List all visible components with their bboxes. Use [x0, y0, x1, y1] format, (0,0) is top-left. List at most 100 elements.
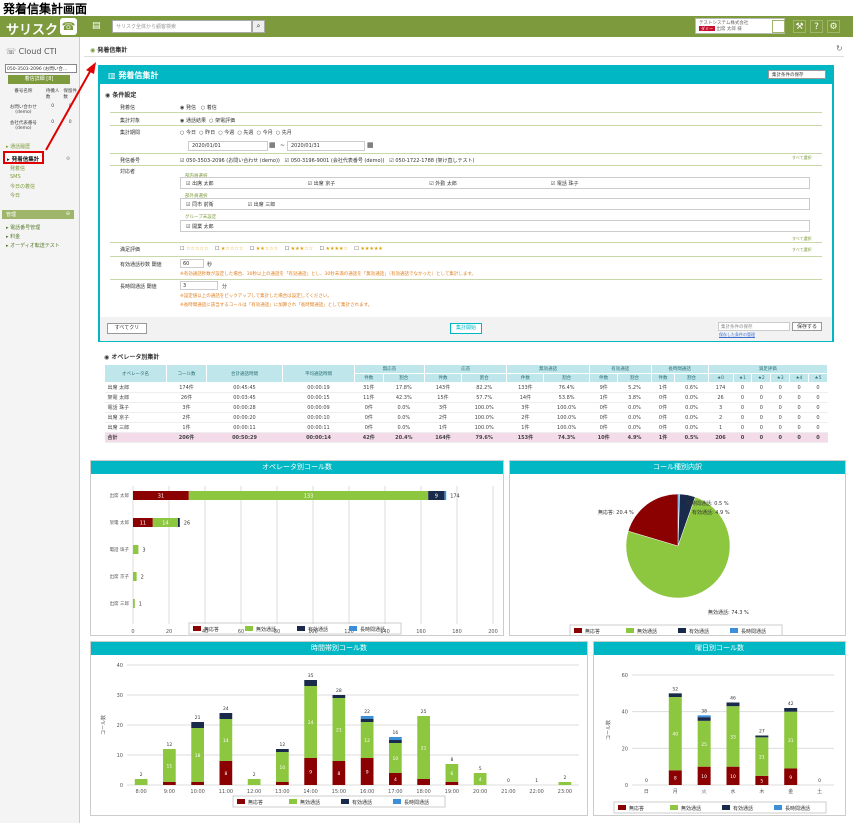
- checkbox-star4[interactable]: ☐ ★★★★☆: [319, 246, 348, 252]
- table-header-row: オペレータ名 コール数 合計通話時間 平均通話時間 無応答 応答 無効通話 有効…: [104, 364, 829, 383]
- date-from-input[interactable]: 2020/01/01: [188, 141, 268, 151]
- x-tick-label: 水: [730, 788, 735, 795]
- table-row: 電話 珠子 3件 00:00:28 00:00:09 0件 0.0% 3件 100.0% 3件 1…: [104, 402, 828, 413]
- phone-icon[interactable]: ☎: [60, 18, 77, 35]
- table-cell: 0件: [651, 412, 675, 423]
- table-cell: 10件: [589, 432, 618, 443]
- valid-seconds-input[interactable]: 60: [180, 259, 204, 268]
- table-cell: 00:00:10: [282, 412, 355, 423]
- logout-icon[interactable]: ⇥: [772, 20, 785, 33]
- checkbox-star5[interactable]: ☐ ★★★★★: [354, 246, 383, 252]
- th: 無効通話: [506, 364, 590, 374]
- checkbox-operator[interactable]: ☑ 出席 太郎: [186, 180, 306, 187]
- sidebar-item-numbers[interactable]: ▸ 電話番号管理: [6, 224, 40, 231]
- bar-value-label: 8: [224, 771, 227, 777]
- checkbox-operator[interactable]: ☑ 出席 三郎: [248, 201, 368, 208]
- checkbox-number[interactable]: ☑ 050-1722-1788 (架け直しテスト): [389, 158, 474, 164]
- search-input[interactable]: サリスク全体から顧客検索: [112, 20, 252, 33]
- select-all-link[interactable]: すべて選択: [792, 247, 812, 253]
- table-cell: 164件: [424, 432, 462, 443]
- table-cell: 3: [708, 402, 733, 413]
- sidebar-item-sms[interactable]: SMS: [10, 174, 21, 180]
- sidebar-item-audio-test[interactable]: ▸ オーディオ転送テスト: [6, 242, 60, 249]
- gear-icon[interactable]: ⚙: [827, 20, 840, 33]
- checkbox-star0[interactable]: ☐ ☆☆☆☆☆: [180, 246, 209, 252]
- table-row: 出席 三郎 1件 00:00:11 00:00:11 0件 0.0% 1件 100.0% 1件 1…: [104, 422, 828, 433]
- legend-swatch: [730, 628, 738, 633]
- radio-today[interactable]: ○ 今日: [180, 130, 196, 136]
- app-logo[interactable]: サリスク: [6, 19, 58, 38]
- radio-incoming[interactable]: ○ 着信: [201, 105, 217, 111]
- legend-label: 長時間通話: [785, 805, 810, 812]
- group-box: ☑ 出席 太郎 ☑ 出席 京子 ☑ 外勤 太郎 ☑ 電話 珠子: [180, 177, 810, 189]
- th: 長時間通話: [650, 364, 709, 374]
- chart-title: コール種別内訳: [510, 461, 845, 474]
- operator-table: オペレータ名 コール数 合計通話時間 平均通話時間 無応答 応答 無効通話 有効…: [104, 364, 829, 443]
- th-sub: ★0: [707, 373, 734, 383]
- menu-icon[interactable]: ▤: [92, 21, 101, 31]
- calendar-icon[interactable]: ▦: [269, 141, 276, 149]
- search-icon[interactable]: ⌕: [252, 20, 265, 33]
- tool-icon[interactable]: ⚒: [793, 20, 806, 33]
- sidebar-item-today-incoming[interactable]: 今日の着信: [10, 183, 35, 190]
- checkbox-operator[interactable]: ☑ 出席 京子: [308, 180, 428, 187]
- save-condition-top-button[interactable]: 集計条件の保存: [768, 70, 826, 79]
- legend-label: 無効通話: [637, 628, 657, 635]
- checkbox-operator[interactable]: ☑ 開業 太郎: [186, 224, 214, 230]
- radio-last-week[interactable]: ○ 先週: [237, 130, 253, 136]
- table-cell: 0.0%: [383, 412, 425, 423]
- bar-total-label: 46: [730, 696, 736, 702]
- radio-this-week[interactable]: ○ 今週: [218, 130, 234, 136]
- radio-call-result[interactable]: ◉ 通話結果: [180, 118, 206, 124]
- refresh-icon[interactable]: ↻: [836, 44, 843, 53]
- table-cell: 0: [751, 402, 771, 413]
- save-button[interactable]: 保存する: [792, 322, 822, 331]
- saved-conditions-link[interactable]: 保存した条件の管理: [719, 332, 755, 338]
- checkbox-number[interactable]: ☑ 050-3196-9001 (会社代表番号 (demo)): [285, 158, 385, 164]
- table-cell: 53.8%: [543, 392, 590, 403]
- table-cell: 0: [808, 432, 828, 443]
- table-cell: 0: [770, 392, 790, 403]
- save-condition-input[interactable]: 集計条件の保存: [718, 322, 790, 331]
- x-tick-label: 金: [788, 788, 793, 795]
- collapse-icon[interactable]: ⊖: [66, 211, 70, 217]
- checkbox-star1[interactable]: ☐ ★☆☆☆☆: [215, 246, 244, 252]
- checkbox-operator[interactable]: ☑ 電話 珠子: [551, 180, 671, 187]
- table-cell: 206件: [166, 432, 207, 443]
- sidebar-item-history[interactable]: ▸ 通話履歴: [6, 143, 30, 150]
- sidebar-gear-icon[interactable]: ⚙: [66, 156, 70, 162]
- date-to-input[interactable]: 2020/01/31: [287, 141, 365, 151]
- radio-yesterday[interactable]: ○ 昨日: [199, 130, 215, 136]
- checkbox-star2[interactable]: ☐ ★★☆☆☆: [250, 246, 279, 252]
- checkbox-star3[interactable]: ☐ ★★★☆☆: [285, 246, 314, 252]
- queue-name[interactable]: 会社代表番号 (demo): [5, 120, 42, 131]
- radio-rating[interactable]: ○ 架電評価: [209, 118, 235, 124]
- checkbox-operator[interactable]: ☑ 外勤 太郎: [429, 180, 549, 187]
- table-cell: 79.6%: [461, 432, 507, 443]
- th-sub: ★1: [732, 373, 753, 383]
- sidebar-item-fee[interactable]: ▸ 料金: [6, 233, 20, 240]
- x-tick-label: 0: [131, 629, 134, 635]
- table-cell: 1件: [651, 432, 675, 443]
- queue-name[interactable]: お問い合わせ (demo): [5, 104, 42, 115]
- sidebar-item-today[interactable]: 今日: [10, 192, 20, 199]
- long-minutes-input[interactable]: 3: [180, 281, 218, 290]
- start-aggregate-button[interactable]: 集計開始: [450, 323, 482, 334]
- direction-options: ◉ 発信 ○ 着信: [180, 104, 217, 111]
- table-cell: 00:00:11: [282, 422, 355, 433]
- calendar-icon[interactable]: ▦: [367, 141, 374, 149]
- bar-value-label: 21: [421, 746, 427, 752]
- checkbox-number[interactable]: ☑ 050-3503-2096 (お問い合わせ (demo)): [180, 158, 280, 164]
- sidebar-item-calls[interactable]: 発着信: [10, 165, 25, 172]
- select-all-link[interactable]: すべて選択: [792, 155, 812, 161]
- sidebar-item-aggregate[interactable]: ▸ 発着信集計: [3, 151, 44, 164]
- radio-this-month[interactable]: ○ 今月: [257, 130, 273, 136]
- sidebar-group-admin[interactable]: 管理 ⊖: [2, 210, 74, 219]
- help-icon[interactable]: ?: [810, 20, 823, 33]
- table-cell: 133件: [506, 382, 544, 393]
- clear-all-button[interactable]: すべてクリ: [107, 323, 147, 334]
- table-cell: 1件: [166, 422, 207, 433]
- radio-outgoing[interactable]: ◉ 発信: [180, 105, 196, 111]
- checkbox-operator[interactable]: ☑ 同市 前衛: [186, 201, 246, 208]
- radio-last-month[interactable]: ○ 先月: [276, 130, 292, 136]
